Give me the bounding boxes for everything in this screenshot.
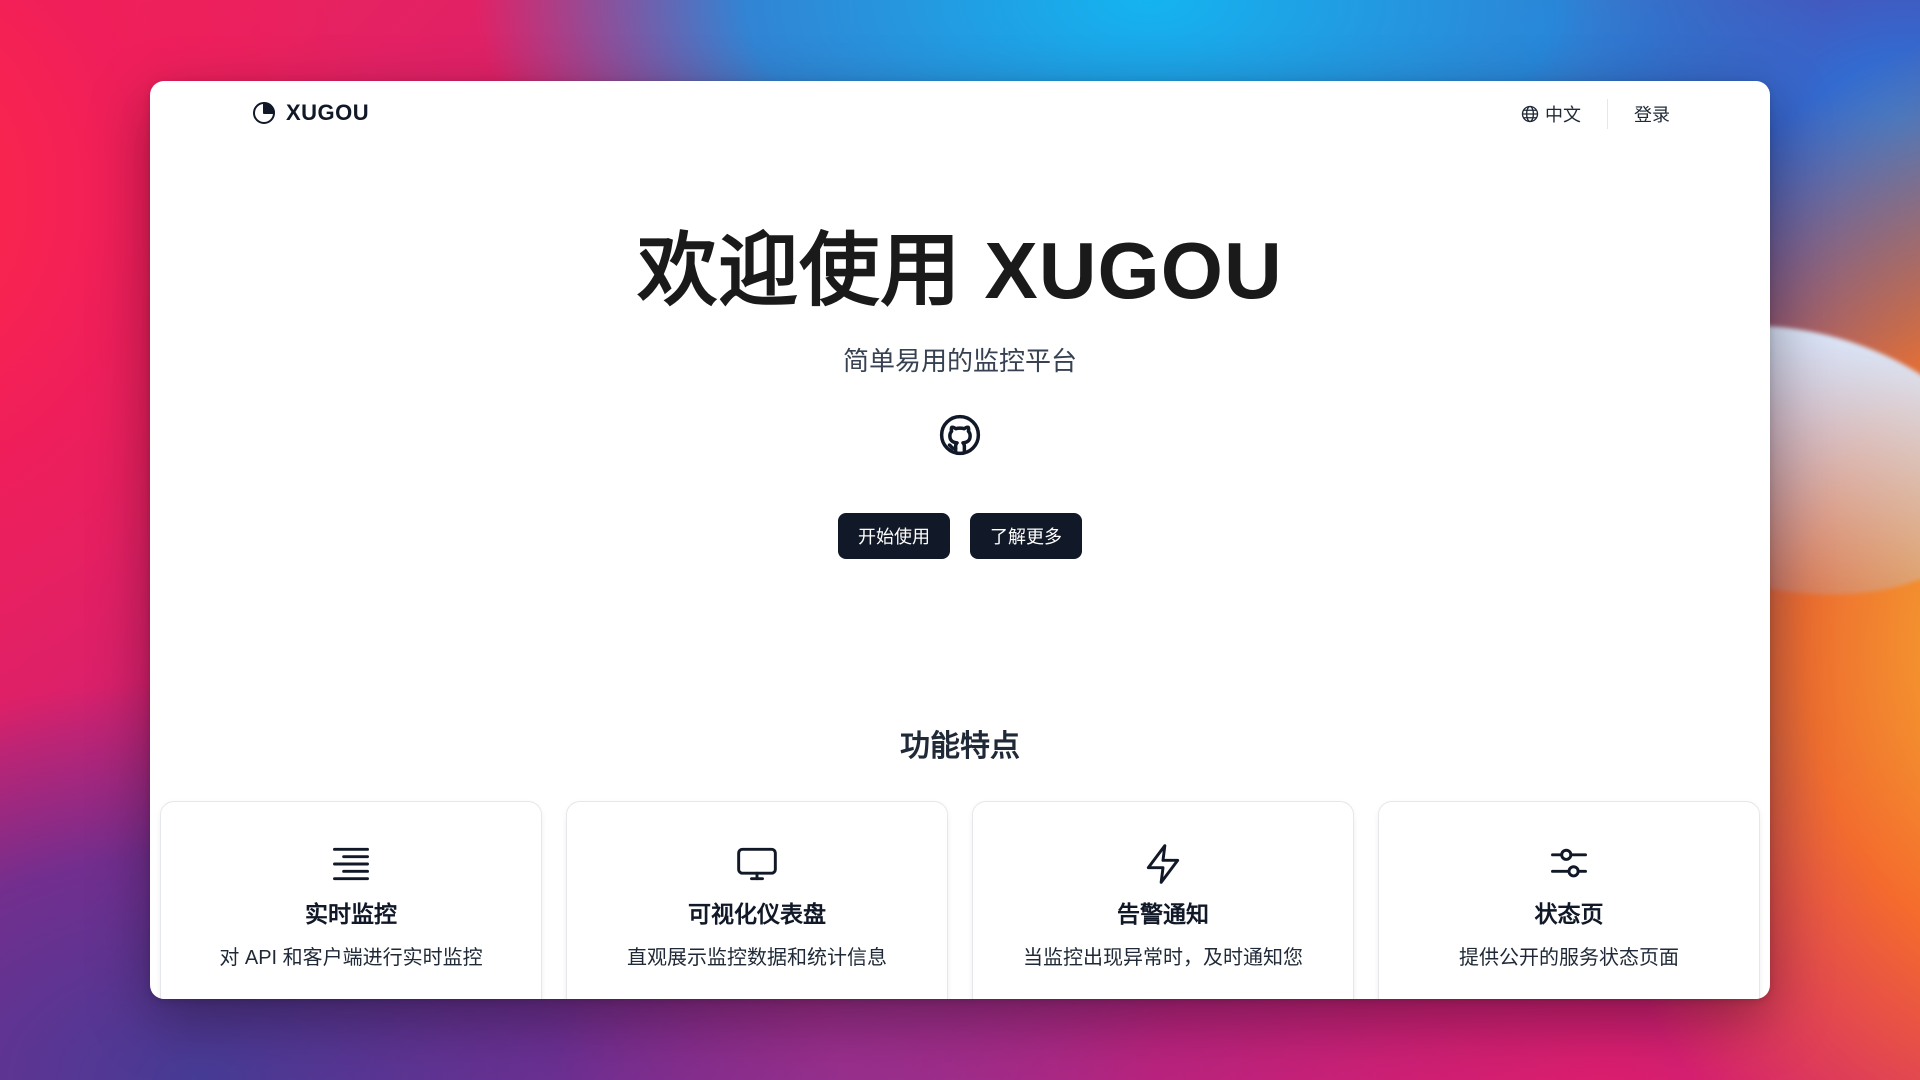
browser-window: XUGOU 中文 登录 欢迎使用 XUGOU 简单易用的监控平台 开始使用 了解… (150, 81, 1770, 999)
feature-card: 告警通知 当监控出现异常时，及时通知您 (972, 801, 1354, 999)
list-icon (333, 847, 369, 881)
hero-title: 欢迎使用 XUGOU (637, 226, 1283, 315)
login-link[interactable]: 登录 (1634, 101, 1670, 127)
language-label: 中文 (1545, 105, 1581, 125)
language-switcher[interactable]: 中文 (1521, 101, 1581, 127)
hero-buttons: 开始使用 了解更多 (150, 513, 1770, 559)
get-started-button[interactable]: 开始使用 (838, 513, 950, 559)
feature-description: 提供公开的服务状态页面 (1459, 947, 1679, 969)
hero-section: 欢迎使用 XUGOU 简单易用的监控平台 开始使用 了解更多 (150, 221, 1770, 559)
globe-icon (1521, 105, 1539, 123)
lightning-icon (1146, 844, 1180, 884)
feature-card: 可视化仪表盘 直观展示监控数据和统计信息 (566, 801, 948, 999)
monitor-icon (737, 847, 777, 881)
navbar-actions: 中文 登录 (1521, 99, 1670, 129)
features-grid: 实时监控 对 API 和客户端进行实时监控 可视化仪表盘 直观展示监控数据和统计… (160, 801, 1760, 999)
sliders-icon (1551, 848, 1587, 878)
feature-title: 告警通知 (1117, 901, 1209, 927)
brand-logo-link[interactable]: XUGOU (252, 100, 369, 126)
feature-title: 实时监控 (305, 901, 397, 927)
feature-card: 状态页 提供公开的服务状态页面 (1378, 801, 1760, 999)
feature-description: 直观展示监控数据和统计信息 (627, 947, 887, 969)
learn-more-button[interactable]: 了解更多 (970, 513, 1082, 559)
desktop-wallpaper: XUGOU 中文 登录 欢迎使用 XUGOU 简单易用的监控平台 开始使用 了解… (0, 0, 1920, 1080)
feature-title: 状态页 (1534, 901, 1604, 927)
feature-title: 可视化仪表盘 (688, 901, 826, 927)
pie-chart-icon (253, 102, 275, 124)
feature-description: 对 API 和客户端进行实时监控 (219, 947, 483, 969)
hero-subtitle: 简单易用的监控平台 (842, 346, 1077, 376)
features-section-title: 功能特点 (900, 730, 1020, 763)
brand-name: XUGOU (286, 100, 370, 125)
github-icon[interactable] (939, 414, 981, 456)
feature-description: 当监控出现异常时，及时通知您 (1023, 947, 1303, 969)
feature-card: 实时监控 对 API 和客户端进行实时监控 (160, 801, 542, 999)
navbar-divider (1607, 99, 1608, 129)
top-navbar: XUGOU 中文 登录 (150, 81, 1770, 147)
